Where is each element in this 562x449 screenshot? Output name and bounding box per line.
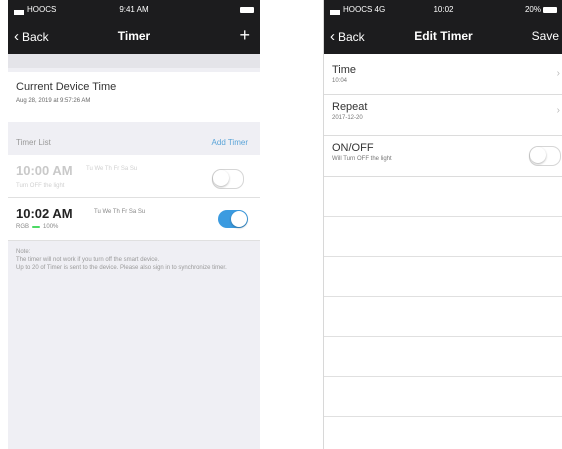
status-bar: HOOCS 4G 10:02 20%	[324, 5, 562, 17]
timer-days: Tu We Th Fr Sa Su	[94, 209, 146, 215]
battery-icon	[543, 6, 557, 13]
time-value: 10:04	[332, 78, 348, 84]
chevron-right-icon: ›	[556, 68, 560, 79]
timer-toggle[interactable]	[212, 169, 244, 189]
empty-row	[324, 337, 562, 377]
timer-row[interactable]: 10:02 AM Tu We Th Fr Sa Su RGB 100%	[8, 198, 260, 241]
device-time-row: Current Device Time Aug 28, 2019 at 9:57…	[8, 72, 260, 122]
plus-icon[interactable]: +	[239, 26, 250, 44]
spacer	[8, 54, 260, 68]
device-time-title: Current Device Time	[16, 81, 117, 93]
empty-row	[324, 377, 562, 417]
time-row[interactable]: Time 10:04 ›	[324, 58, 562, 95]
timer-time: 10:02 AM	[16, 206, 73, 221]
onoff-title: ON/OFF	[332, 142, 374, 154]
battery-icon	[240, 6, 254, 13]
device-time-value: Aug 28, 2019 at 9:57:26 AM	[16, 98, 91, 104]
repeat-title: Repeat	[332, 101, 368, 113]
timer-list-label: Timer List	[16, 138, 51, 147]
onoff-value: Will Turn OFF the light	[332, 156, 392, 162]
page-title: Edit Timer	[414, 29, 473, 43]
note-text: Note: The timer will not work if you tur…	[16, 249, 227, 271]
nav-bar: ‹ Back Edit Timer Save	[324, 26, 562, 48]
timer-toggle[interactable]	[218, 210, 248, 228]
empty-row	[324, 217, 562, 257]
chevron-right-icon: ›	[556, 105, 560, 116]
header: HOOCS 9:41 AM ‹ Back Timer +	[8, 0, 260, 54]
time-title: Time	[332, 64, 357, 76]
battery-label: 20%	[524, 5, 541, 14]
mode-badge	[32, 226, 41, 228]
empty-row	[324, 297, 562, 337]
timer-description: Turn OFF the light	[16, 183, 65, 189]
onoff-toggle[interactable]	[529, 146, 561, 166]
repeat-row[interactable]: Repeat 2017-12-20 ›	[324, 95, 562, 136]
nav-bar: ‹ Back Timer +	[8, 26, 260, 48]
timer-days: Tu We Th Fr Sa Su	[86, 166, 138, 172]
page-title: Timer	[117, 29, 151, 43]
timer-row[interactable]: 10:00 AM Tu We Th Fr Sa Su Turn OFF the …	[8, 155, 260, 198]
empty-row	[324, 177, 562, 217]
status-bar: HOOCS 9:41 AM	[8, 5, 260, 17]
timer-description: RGB 100%	[16, 224, 58, 231]
timer-brightness: 100%	[43, 224, 59, 230]
edit-timer-screen: HOOCS 4G 10:02 20% ‹ Back Edit Timer Sav…	[323, 0, 562, 449]
timer-screen: HOOCS 9:41 AM ‹ Back Timer + Current Dev…	[8, 0, 260, 449]
save-button[interactable]: Save	[532, 29, 559, 43]
onoff-row: ON/OFF Will Turn OFF the light	[324, 136, 562, 177]
timer-time: 10:00 AM	[16, 163, 73, 178]
repeat-value: 2017-12-20	[332, 115, 363, 121]
timer-mode: RGB	[16, 224, 30, 230]
status-time: 9:41 AM	[119, 5, 149, 14]
header: HOOCS 4G 10:02 20% ‹ Back Edit Timer Sav…	[324, 0, 562, 54]
add-timer-button[interactable]: Add Timer	[212, 138, 248, 147]
timer-list-header: Timer List Add Timer	[8, 131, 260, 153]
empty-row	[324, 257, 562, 297]
